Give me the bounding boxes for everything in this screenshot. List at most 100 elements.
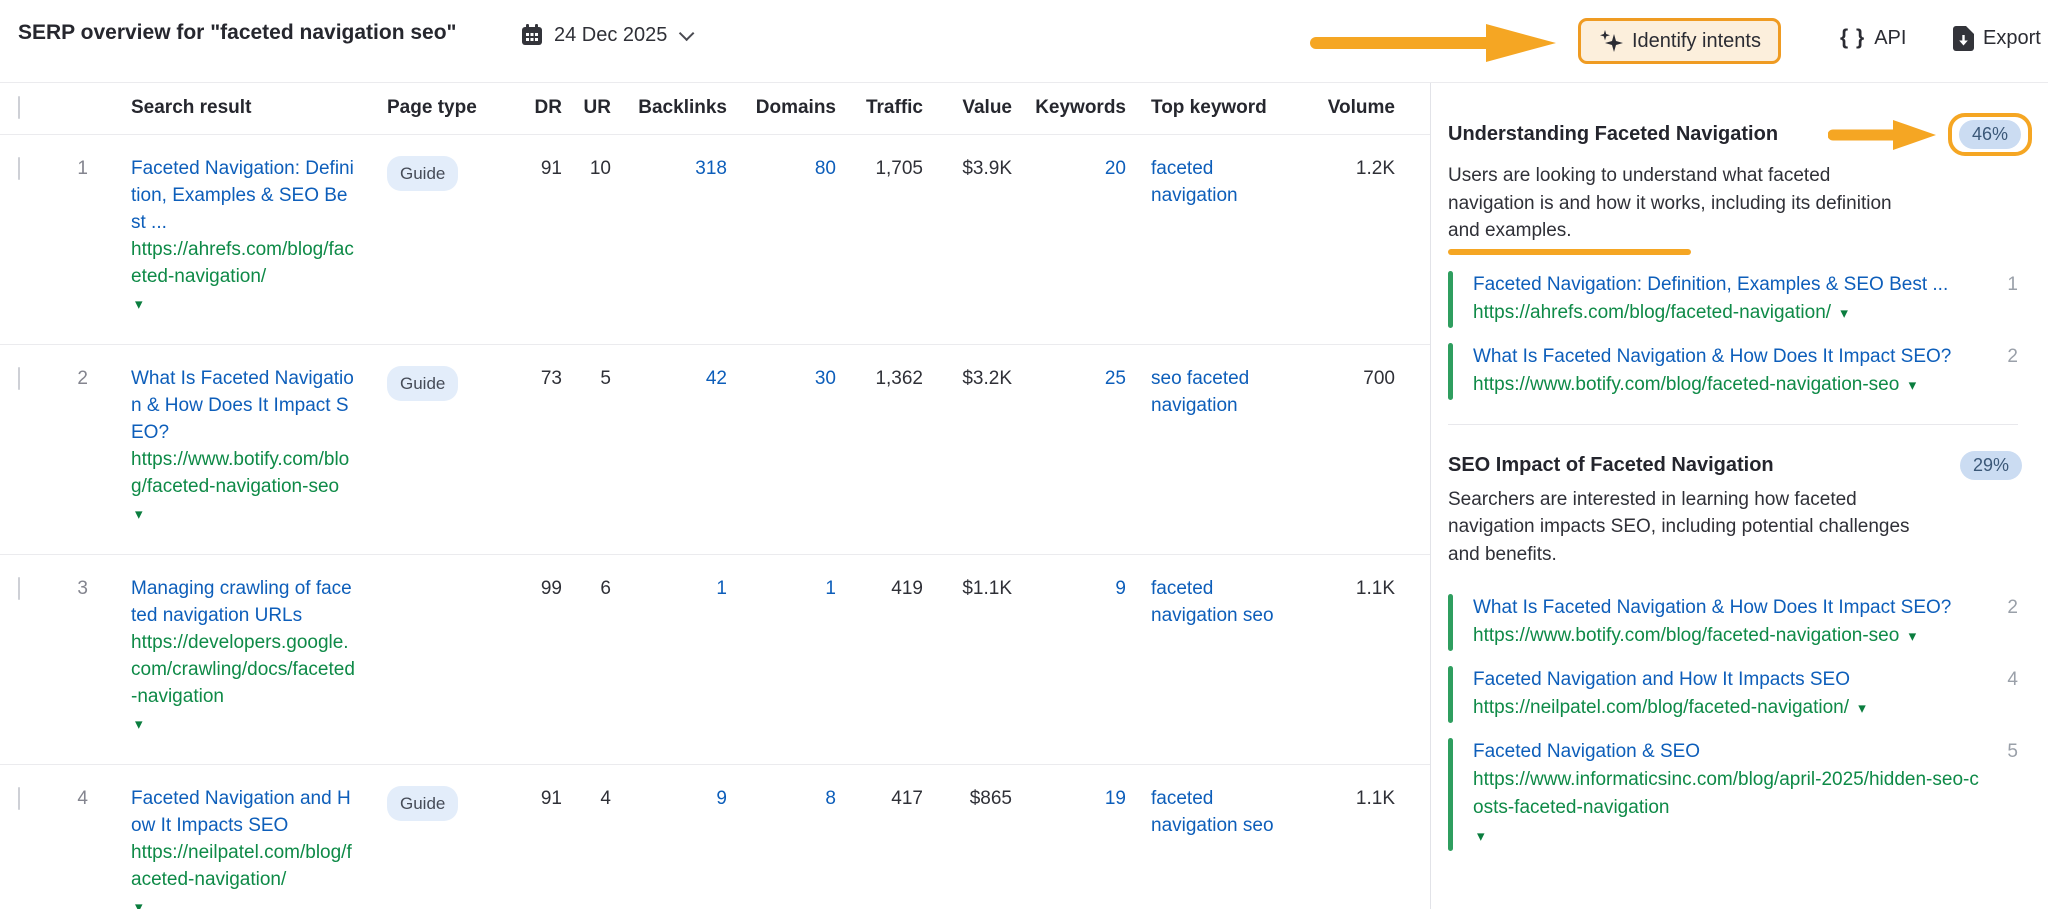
row-checkbox[interactable] (18, 367, 20, 390)
col-ur: UR (562, 97, 611, 119)
col-search-result: Search result (88, 97, 366, 119)
page-type-badge: Guide (387, 786, 458, 821)
traffic-value: 1,362 (836, 365, 923, 392)
url-caret-icon[interactable]: ▾ (135, 506, 143, 523)
identify-intents-label: Identify intents (1632, 30, 1761, 53)
ur-value: 6 (562, 575, 611, 602)
row-checkbox[interactable] (18, 157, 20, 180)
date-picker[interactable]: 24 Dec 2025 (520, 23, 690, 47)
dr-value: 99 (498, 575, 562, 602)
sparkles-icon (1598, 29, 1623, 54)
intent-result-title-link[interactable]: What Is Faceted Navigation & How Does It… (1473, 343, 1984, 371)
ur-value: 4 (562, 785, 611, 812)
url-caret-icon[interactable]: ▾ (1858, 700, 1866, 717)
volume-value: 1.2K (1326, 155, 1430, 182)
export-label: Export (1983, 27, 2041, 50)
intent-result: Faceted Navigation & SEO https://www.inf… (1448, 738, 2018, 851)
result-title-link[interactable]: Faceted Navigation: Definition, Examples… (131, 155, 356, 236)
backlinks-link[interactable]: 9 (716, 788, 727, 809)
url-caret-icon[interactable]: ▾ (1909, 628, 1917, 645)
top-keyword-link[interactable]: faceted navigation (1151, 155, 1285, 209)
annotation-underline (1448, 249, 1691, 255)
result-url-link[interactable]: https://ahrefs.com/blog/faceted-navigati… (131, 236, 356, 290)
table-row: 3 Managing crawling of faceted navigatio… (0, 555, 1430, 765)
chevron-down-icon (679, 25, 695, 41)
table-row: 1 Faceted Navigation: Definition, Exampl… (0, 135, 1430, 345)
intent-result-title-link[interactable]: Faceted Navigation & SEO (1473, 738, 1984, 766)
annotation-highlight-ring: 46% (1948, 113, 2032, 156)
url-caret-icon[interactable]: ▾ (1909, 377, 1917, 394)
url-caret-icon[interactable]: ▾ (135, 296, 143, 313)
file-download-icon (1953, 26, 1974, 51)
domains-link[interactable]: 8 (825, 788, 836, 809)
top-keyword-link[interactable]: seo faceted navigation (1151, 365, 1285, 419)
keywords-link[interactable]: 19 (1105, 788, 1126, 809)
top-keyword-link[interactable]: faceted navigation seo (1151, 785, 1285, 839)
backlinks-link[interactable]: 42 (706, 368, 727, 389)
intent-result-rank: 2 (1984, 343, 2018, 400)
value-value: $3.9K (923, 155, 1012, 182)
url-caret-icon[interactable]: ▾ (135, 899, 143, 909)
backlinks-link[interactable]: 318 (695, 158, 727, 179)
backlinks-link[interactable]: 1 (716, 578, 727, 599)
domains-link[interactable]: 80 (815, 158, 836, 179)
intent-section: Understanding Faceted Navigation 46% Use… (1448, 113, 2018, 400)
intent-result-url-link[interactable]: https://www.botify.com/blog/faceted-navi… (1473, 622, 1899, 650)
identify-intents-button[interactable]: Identify intents (1578, 18, 1781, 64)
page-type-badge: Guide (387, 156, 458, 191)
intent-result-url-link[interactable]: https://www.botify.com/blog/faceted-navi… (1473, 371, 1899, 399)
intent-result-title-link[interactable]: Faceted Navigation and How It Impacts SE… (1473, 666, 1984, 694)
value-value: $3.2K (923, 365, 1012, 392)
intent-result-title-link[interactable]: What Is Faceted Navigation & How Does It… (1473, 594, 1984, 622)
url-caret-icon[interactable]: ▾ (135, 716, 143, 733)
dr-value: 91 (498, 785, 562, 812)
header-bar: SERP overview for "faceted navigation se… (0, 0, 2048, 82)
result-title-link[interactable]: Managing crawling of faceted navigation … (131, 575, 356, 629)
value-value: $865 (923, 785, 1012, 812)
row-checkbox[interactable] (18, 577, 20, 600)
intent-result: Faceted Navigation and How It Impacts SE… (1448, 666, 2018, 723)
domains-link[interactable]: 1 (825, 578, 836, 599)
keywords-link[interactable]: 20 (1105, 158, 1126, 179)
domains-link[interactable]: 30 (815, 368, 836, 389)
col-dr: DR (498, 97, 562, 119)
result-title-link[interactable]: Faceted Navigation and How It Impacts SE… (131, 785, 356, 839)
api-button[interactable]: { } API (1840, 26, 1906, 50)
intent-title: SEO Impact of Faceted Navigation (1448, 454, 1774, 477)
annotation-arrow-identify-intents (1310, 23, 1560, 63)
volume-value: 700 (1326, 365, 1430, 392)
url-caret-icon[interactable]: ▾ (1477, 828, 1485, 845)
intent-result: What Is Faceted Navigation & How Does It… (1448, 594, 2018, 651)
intent-section-divider (1448, 424, 2018, 425)
serp-overview-page: SERP overview for "faceted navigation se… (0, 0, 2048, 909)
serp-position: 1 (58, 155, 88, 182)
date-label: 24 Dec 2025 (554, 24, 667, 47)
col-backlinks: Backlinks (611, 97, 727, 119)
keywords-link[interactable]: 9 (1115, 578, 1126, 599)
intent-result-url-link[interactable]: https://ahrefs.com/blog/faceted-navigati… (1473, 299, 1831, 327)
export-button[interactable]: Export (1953, 26, 2041, 51)
col-value: Value (923, 97, 1012, 119)
intent-result-url-link[interactable]: https://neilpatel.com/blog/faceted-navig… (1473, 694, 1849, 722)
result-url-link[interactable]: https://developers.google.com/crawling/d… (131, 629, 356, 710)
top-keyword-link[interactable]: faceted navigation seo (1151, 575, 1285, 629)
dr-value: 91 (498, 155, 562, 182)
intent-result-title-link[interactable]: Faceted Navigation: Definition, Examples… (1473, 271, 1984, 299)
url-caret-icon[interactable]: ▾ (1840, 305, 1848, 322)
keywords-link[interactable]: 25 (1105, 368, 1126, 389)
traffic-value: 419 (836, 575, 923, 602)
result-url-link[interactable]: https://neilpatel.com/blog/faceted-navig… (131, 839, 356, 893)
identify-intents-panel: Understanding Faceted Navigation 46% Use… (1430, 83, 2048, 909)
intent-result-rank: 5 (1984, 738, 2018, 851)
result-url-link[interactable]: https://www.botify.com/blog/faceted-navi… (131, 446, 356, 500)
col-top-keyword: Top keyword (1126, 97, 1326, 119)
select-all-checkbox[interactable] (18, 96, 20, 119)
col-traffic: Traffic (836, 97, 923, 119)
col-page-type: Page type (366, 97, 498, 119)
ur-value: 10 (562, 155, 611, 182)
result-title-link[interactable]: What Is Faceted Navigation & How Does It… (131, 365, 356, 446)
value-value: $1.1K (923, 575, 1012, 602)
table-row: 4 Faceted Navigation and How It Impacts … (0, 765, 1430, 909)
row-checkbox[interactable] (18, 787, 20, 810)
intent-result-url-link[interactable]: https://www.informaticsinc.com/blog/apri… (1473, 766, 1984, 822)
